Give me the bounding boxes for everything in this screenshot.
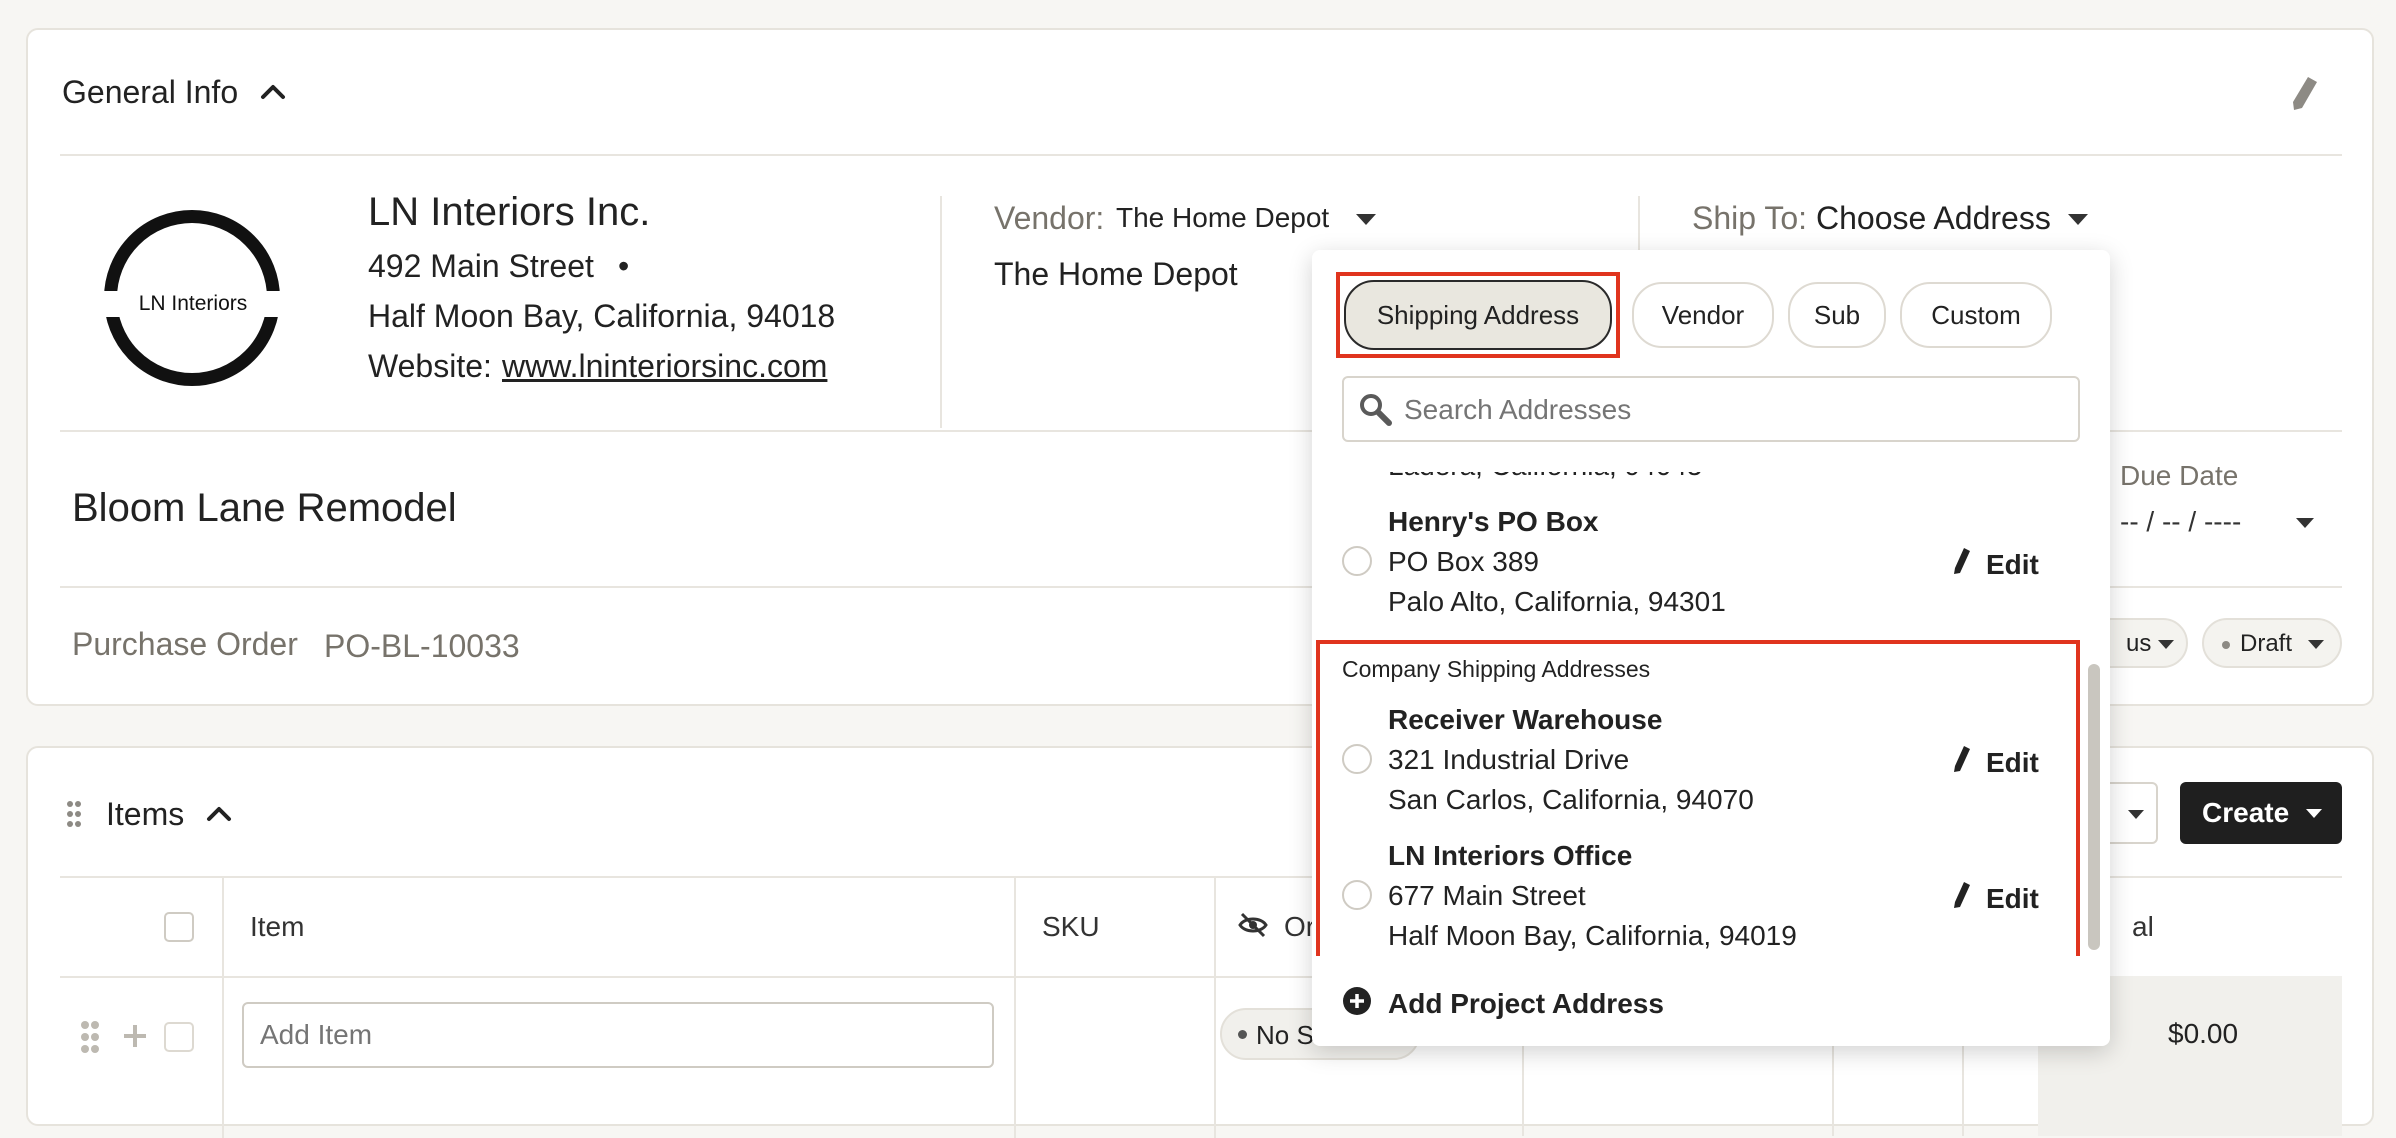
- column-header-sku: SKU: [1042, 911, 1100, 942]
- scrollbar-thumb[interactable]: [2088, 664, 2100, 950]
- pencil-icon: [1952, 880, 1972, 917]
- pencil-icon: [1952, 744, 1972, 781]
- website-label: Website:: [368, 348, 492, 384]
- edit-address-button[interactable]: Edit: [1952, 880, 2039, 917]
- logo-text: LN Interiors: [138, 292, 248, 315]
- ship-to-dropdown-caret-icon[interactable]: [2068, 214, 2088, 225]
- eye-slash-icon[interactable]: [1238, 912, 1268, 943]
- ship-to-dropdown: Shipping Address Vendor Sub Custom Lader…: [1312, 250, 2110, 1046]
- status-caret-icon: [2158, 640, 2174, 649]
- due-date-label: Due Date: [2120, 460, 2239, 491]
- purchase-order-label: Purchase Order: [72, 626, 298, 662]
- row-total-amount: $0.00: [2168, 1018, 2239, 1049]
- draft-label: Draft: [2240, 630, 2293, 657]
- company-section-title: Company Shipping Addresses: [1342, 656, 1651, 682]
- draft-status-pill[interactable]: Draft: [2202, 618, 2342, 668]
- edit-label: Edit: [1986, 548, 2039, 580]
- column-divider: [222, 878, 224, 1138]
- status-dot-icon: [2222, 641, 2230, 649]
- project-name: Bloom Lane Remodel: [72, 486, 457, 530]
- clipped-address-line: Ladera, California, 94045: [1388, 472, 1702, 482]
- select-all-checkbox[interactable]: [164, 912, 194, 942]
- due-date-caret-icon[interactable]: [2296, 518, 2314, 528]
- column-header-item: Item: [250, 911, 305, 942]
- purchase-order-number: PO-BL-10033: [324, 628, 520, 664]
- plus-circle-icon: [1342, 986, 1372, 1021]
- search-addresses-input[interactable]: [1402, 386, 2066, 434]
- add-project-address-label: Add Project Address: [1388, 987, 1664, 1019]
- status-pill-label: us: [2126, 630, 2152, 657]
- search-box[interactable]: [1342, 376, 2080, 442]
- address-name: Henry's PO Box: [1388, 506, 1599, 537]
- status-dot-icon: [1238, 1030, 1247, 1039]
- address-radio-henrys-po-box[interactable]: [1342, 546, 1372, 576]
- address-city: Half Moon Bay, California, 94019: [1388, 920, 1797, 951]
- address-list: Ladera, California, 94045 Henry's PO Box…: [1312, 472, 2110, 956]
- create-button[interactable]: Create: [2180, 782, 2342, 844]
- search-icon: [1358, 392, 1392, 431]
- column-divider: [1014, 878, 1016, 1138]
- company-street: 492 Main Street: [368, 248, 594, 284]
- add-row-plus-icon[interactable]: [122, 1023, 148, 1054]
- divider: [940, 196, 942, 428]
- collapse-chevron-up-icon[interactable]: [206, 804, 232, 822]
- address-city: San Carlos, California, 94070: [1388, 784, 1754, 815]
- add-item-input[interactable]: [242, 1002, 994, 1068]
- address-city: Palo Alto, California, 94301: [1388, 586, 1726, 617]
- tab-custom[interactable]: Custom: [1900, 282, 2052, 348]
- address-street: 677 Main Street: [1388, 880, 1586, 911]
- tab-vendor[interactable]: Vendor: [1632, 282, 1774, 348]
- company-logo: LN Interiors: [97, 210, 287, 386]
- draft-caret-icon: [2308, 640, 2324, 649]
- items-title: Items: [106, 796, 185, 832]
- ship-to-select[interactable]: Choose Address: [1816, 200, 2051, 237]
- due-date-input[interactable]: -- / -- / ----: [2120, 506, 2241, 538]
- general-info-title: General Info: [62, 74, 239, 110]
- address-name: LN Interiors Office: [1388, 840, 1633, 871]
- column-header-total: al: [2132, 911, 2154, 942]
- address-street: 321 Industrial Drive: [1388, 744, 1630, 775]
- edit-address-button[interactable]: Edit: [1952, 744, 2039, 781]
- collapse-chevron-up-icon[interactable]: [260, 82, 286, 100]
- tab-shipping-address[interactable]: Shipping Address: [1344, 280, 1612, 350]
- pencil-icon: [1952, 546, 1972, 583]
- vendor-select[interactable]: The Home Depot: [1116, 202, 1329, 234]
- company-city: Half Moon Bay, California, 94018: [368, 298, 836, 334]
- create-caret-icon: [2306, 809, 2322, 818]
- add-project-address-button[interactable]: Add Project Address: [1342, 986, 1664, 1021]
- edit-label: Edit: [1986, 746, 2039, 778]
- divider: [60, 154, 2342, 156]
- row-checkbox[interactable]: [164, 1022, 194, 1052]
- vendor-name: The Home Depot: [994, 256, 1238, 292]
- address-name: Receiver Warehouse: [1388, 704, 1663, 735]
- tab-sub[interactable]: Sub: [1788, 282, 1886, 348]
- row-drag-handle-icon[interactable]: [80, 1020, 100, 1059]
- address-radio-receiver-warehouse[interactable]: [1342, 744, 1372, 774]
- create-button-label: Create: [2202, 797, 2290, 828]
- drag-handle-icon[interactable]: [66, 800, 82, 833]
- edit-address-button[interactable]: Edit: [1952, 546, 2039, 583]
- column-divider: [1214, 878, 1216, 1138]
- address-radio-ln-interiors-office[interactable]: [1342, 880, 1372, 910]
- column-header-order: Or: [1284, 911, 1316, 942]
- company-name: LN Interiors Inc.: [368, 190, 651, 234]
- bullet: •: [618, 248, 630, 284]
- vendor-dropdown-caret-icon[interactable]: [1356, 214, 1376, 225]
- ship-to-label: Ship To:: [1692, 200, 1808, 236]
- vendor-label: Vendor:: [994, 200, 1105, 236]
- edit-pencil-icon[interactable]: [2290, 74, 2320, 112]
- items-filter-caret-icon: [2128, 810, 2144, 819]
- address-street: PO Box 389: [1388, 546, 1539, 577]
- edit-label: Edit: [1986, 882, 2039, 914]
- website-link[interactable]: www.lninteriorsinc.com: [502, 348, 827, 385]
